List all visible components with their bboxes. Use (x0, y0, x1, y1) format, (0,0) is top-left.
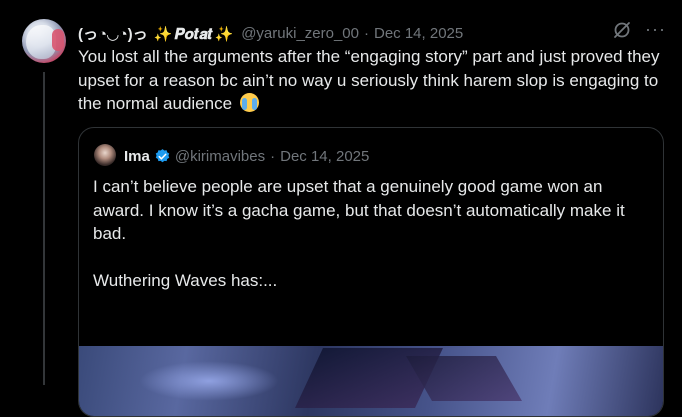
quote-paragraph: Wuthering Waves has:... (93, 271, 278, 290)
display-name[interactable]: (っ◔◡◔)っ ✨ 𝑷𝒐𝒕𝒂𝒕 ✨ (78, 23, 235, 44)
more-options-icon[interactable]: ··· (645, 20, 665, 38)
thread-line (43, 72, 45, 385)
display-name-prefix: (っ◔◡◔)っ (78, 25, 148, 43)
crying-face-icon (239, 93, 259, 112)
tweet-text: You lost all the arguments after the “en… (78, 45, 670, 116)
display-name-core: 𝑷𝒐𝒕𝒂𝒕 (174, 25, 213, 43)
quoted-tweet-card[interactable]: Ima @kirimavibes · Dec 14, 2025 I can’t … (78, 127, 664, 417)
quote-header: Ima @kirimavibes · Dec 14, 2025 (124, 146, 369, 166)
handle[interactable]: @yaruki_zero_00 (241, 25, 359, 42)
avatar-accent (52, 29, 64, 51)
grok-icon[interactable] (612, 20, 632, 40)
avatar[interactable] (22, 19, 66, 63)
separator-dot: · (364, 24, 369, 42)
quote-handle[interactable]: @kirimavibes (175, 148, 265, 165)
quote-media-image[interactable] (79, 346, 663, 416)
timestamp[interactable]: Dec 14, 2025 (374, 25, 463, 42)
sparkle-icon: ✨ (214, 25, 234, 43)
sparkle-icon: ✨ (153, 25, 173, 43)
media-glow (139, 361, 279, 401)
quote-paragraph: I can’t believe people are upset that a … (93, 177, 625, 243)
quote-display-name[interactable]: Ima (124, 148, 150, 165)
verified-badge-icon (155, 148, 170, 162)
separator-dot: · (270, 147, 276, 165)
quote-text: I can’t believe people are upset that a … (93, 175, 649, 293)
quote-avatar[interactable] (94, 144, 116, 166)
tweet-text-body: You lost all the arguments after the “en… (78, 47, 660, 113)
tweet-header: (っ◔◡◔)っ ✨ 𝑷𝒐𝒕𝒂𝒕 ✨ @yaruki_zero_00 · Dec 14… (78, 22, 463, 44)
media-shape (406, 356, 522, 401)
quote-timestamp[interactable]: Dec 14, 2025 (280, 148, 369, 165)
